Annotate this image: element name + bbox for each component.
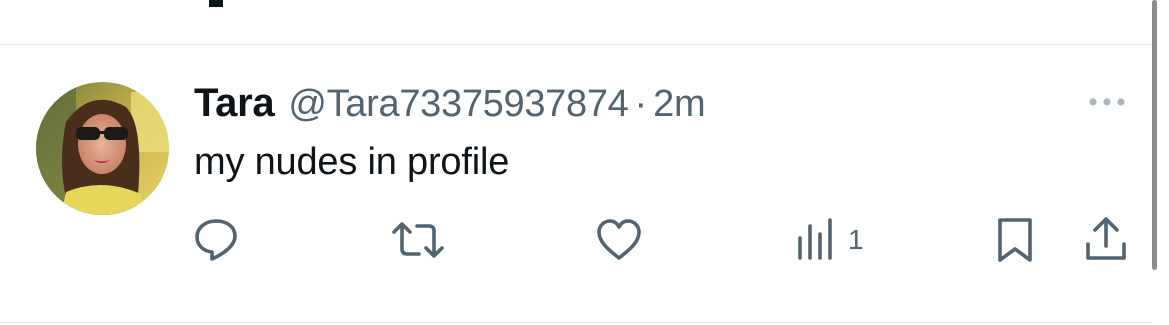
previous-tweet-fragment [209,0,223,7]
bookmark-button[interactable] [996,217,1034,263]
tweet-text: my nudes in profile [194,141,510,183]
views-count: 1 [848,224,864,255]
more-options-button[interactable] [1084,91,1130,113]
display-name[interactable]: Tara [194,81,275,126]
retweet-icon [392,222,444,258]
tweet-card[interactable]: Tara @Tara73375937874 · 2m my nudes in p… [0,45,1152,322]
retweet-button[interactable] [390,217,446,263]
heart-icon [597,219,641,260]
reply-icon [195,219,237,261]
share-icon [1086,217,1126,260]
tweet-header: Tara @Tara73375937874 · 2m [194,81,706,126]
bookmark-icon [998,218,1032,262]
timestamp[interactable]: 2m [653,83,706,126]
timeline: Tara @Tara73375937874 · 2m my nudes in p… [0,0,1169,325]
share-button[interactable] [1084,217,1128,263]
like-button[interactable] [596,217,642,263]
divider [0,322,1152,323]
views-chart-icon [798,218,832,260]
views-button[interactable]: 1 [796,217,864,263]
avatar-image [36,82,169,215]
more-horizontal-icon [1089,98,1125,106]
reply-button[interactable] [192,217,240,263]
separator-dot: · [634,83,648,125]
user-handle[interactable]: @Tara73375937874 [288,83,628,126]
avatar[interactable] [36,82,169,215]
scrollbar-thumb[interactable] [1152,0,1157,270]
